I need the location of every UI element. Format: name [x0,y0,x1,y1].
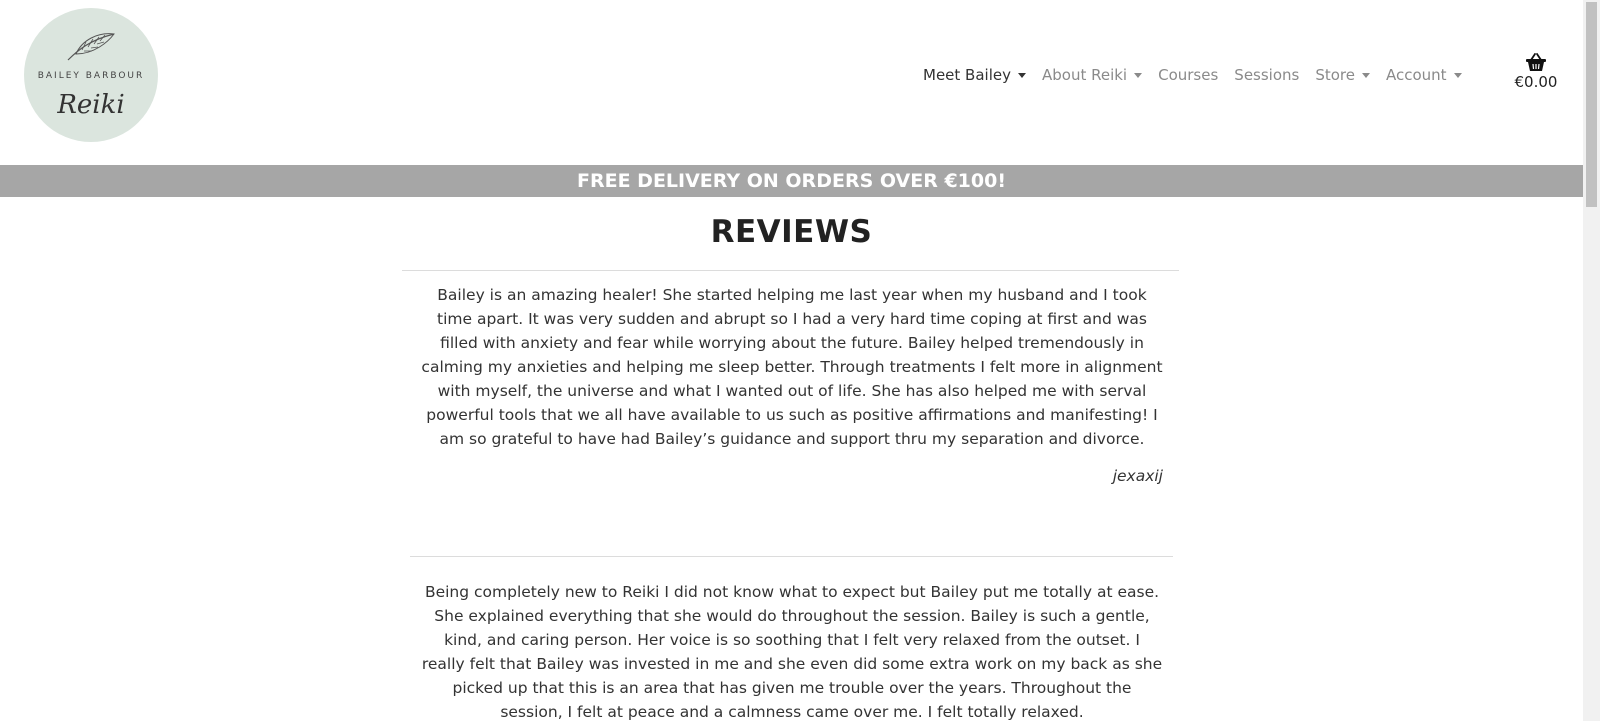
review-divider [410,556,1173,557]
review-item: Bailey is an amazing healer! She started… [421,283,1163,485]
review-item: Being completely new to Reiki I did not … [421,580,1163,724]
site-header: BAILEY BARBOUR Reiki Meet Bailey About R… [0,0,1583,165]
nav-item-meet-bailey[interactable]: Meet Bailey [923,66,1026,84]
basket-icon [1526,53,1546,71]
nav-item-courses[interactable]: Courses [1158,66,1218,84]
feather-icon [67,33,115,61]
cart-button[interactable]: €0.00 [1511,52,1561,91]
scrollbar-thumb[interactable] [1586,2,1597,207]
caret-down-icon [1453,72,1462,78]
nav-item-label: Meet Bailey [923,66,1011,84]
nav-item-label: Courses [1158,66,1219,84]
page-title: REVIEWS [710,214,873,250]
nav-item-store[interactable]: Store [1315,66,1370,84]
title-divider [402,270,1179,271]
review-text: Bailey is an amazing healer! She started… [421,286,1163,448]
nav-item-about-reiki[interactable]: About Reiki [1041,66,1143,84]
caret-down-icon [1017,72,1026,78]
cart-total: €0.00 [1514,73,1558,91]
nav-item-sessions[interactable]: Sessions [1234,66,1299,84]
logo-script-text: Reiki [57,90,125,120]
review-text: Being completely new to Reiki I did not … [421,583,1163,721]
promo-banner: FREE DELIVERY ON ORDERS OVER €100! [0,165,1583,197]
caret-down-icon [1362,72,1370,78]
main-nav: Meet Bailey About Reiki Courses Sessions… [923,66,1478,84]
caret-down-icon [1134,72,1143,78]
page-scrollbar[interactable] [1583,0,1600,721]
nav-item-label: About Reiki [1041,66,1128,84]
nav-item-account[interactable]: Account [1386,66,1462,84]
nav-item-label: Sessions [1234,66,1300,84]
nav-item-label: Store [1315,66,1355,84]
site-logo[interactable]: BAILEY BARBOUR Reiki [24,8,158,142]
review-author: jexaxij [1112,467,1163,485]
logo-brand-name: BAILEY BARBOUR [37,71,145,81]
nav-item-label: Account [1386,66,1447,84]
